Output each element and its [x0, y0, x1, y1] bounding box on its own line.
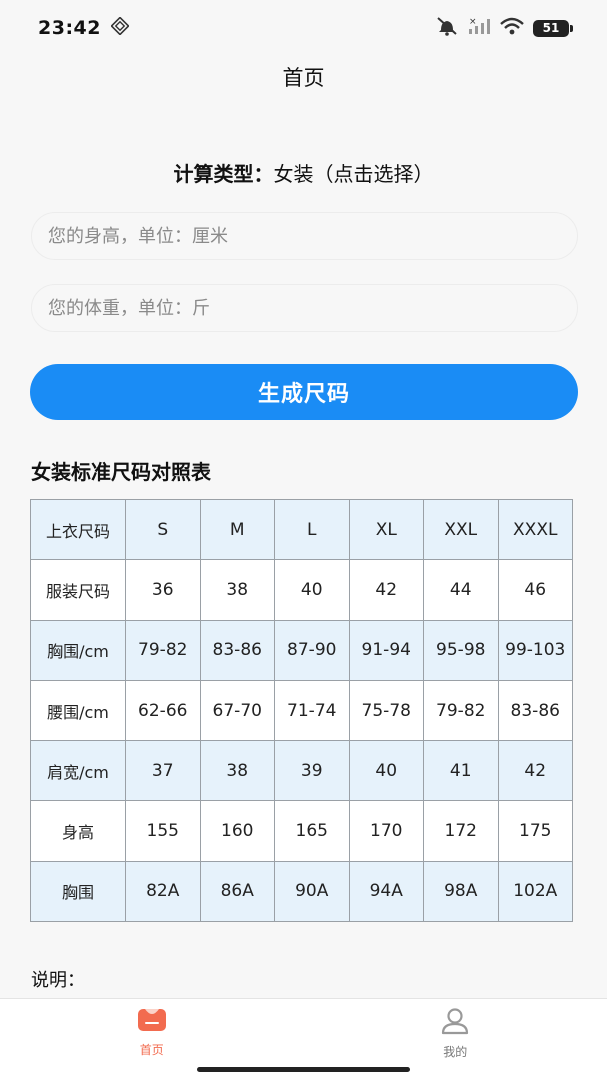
- table-row: 腰围/cm 62-66 67-70 71-74 75-78 79-82 83-86: [30, 679, 573, 742]
- table-cell: 102A: [497, 860, 573, 923]
- table-cell: S: [125, 498, 201, 561]
- table-cell: 38: [199, 559, 275, 621]
- table-cell: 42: [497, 740, 573, 802]
- table-cell: 83-86: [497, 679, 573, 742]
- table-cell: 38: [199, 740, 275, 802]
- table-cell: 71-74: [274, 679, 350, 742]
- table-title: 女装标准尺码对照表: [31, 460, 211, 484]
- calc-type-value[interactable]: 女装（点击选择）: [274, 162, 434, 186]
- person-icon: [439, 1007, 471, 1039]
- calc-type-label: 计算类型：: [173, 162, 274, 186]
- table-cell: 165: [274, 800, 350, 862]
- table-cell: 62-66: [125, 679, 201, 742]
- svg-text:×: ×: [469, 17, 477, 27]
- tab-mine-label: 我的: [443, 1045, 468, 1059]
- row-header-cell: 身高: [30, 800, 126, 862]
- weight-input[interactable]: [31, 284, 578, 332]
- tab-home-label: 首页: [139, 1043, 164, 1057]
- table-row: 身高 155 160 165 170 172 175: [30, 800, 573, 862]
- table-cell: 86A: [199, 860, 275, 923]
- table-cell: 90A: [274, 860, 350, 923]
- row-header-cell: 胸围/cm: [30, 619, 126, 681]
- table-cell: 160: [199, 800, 275, 862]
- size-chart-table: 上衣尺码 S M L XL XXL XXXL 服装尺码 36 38 40 42 44 46 胸围/cm 79-…: [30, 498, 573, 923]
- calc-type-selector[interactable]: 计算类型：女装（点击选择）: [0, 158, 607, 187]
- status-time: 23:42: [38, 17, 101, 39]
- table-cell: 75-78: [348, 679, 424, 742]
- notification-icon: [110, 16, 130, 39]
- table-cell: 172: [423, 800, 499, 862]
- row-header-cell: 上衣尺码: [30, 498, 126, 561]
- height-input[interactable]: [31, 212, 578, 260]
- table-cell: 37: [125, 740, 201, 802]
- table-cell: 39: [274, 740, 350, 802]
- table-cell: 175: [497, 800, 573, 862]
- table-row: 肩宽/cm 37 38 39 40 41 42: [30, 740, 573, 802]
- table-cell: 67-70: [199, 679, 275, 742]
- table-cell: 87-90: [274, 619, 350, 681]
- mute-bell-icon: [435, 16, 459, 40]
- page-title: 首页: [282, 66, 325, 90]
- row-header-cell: 服装尺码: [30, 559, 126, 621]
- table-cell: XXL: [423, 498, 499, 561]
- table-cell: 155: [125, 800, 201, 862]
- table-cell: 41: [423, 740, 499, 802]
- note-label: 说明：: [31, 970, 85, 991]
- table-cell: 91-94: [348, 619, 424, 681]
- table-cell: 94A: [348, 860, 424, 923]
- table-row: 服装尺码 36 38 40 42 44 46: [30, 559, 573, 621]
- battery-icon: 51: [533, 19, 573, 37]
- table-cell: 46: [497, 559, 573, 621]
- table-cell: 44: [423, 559, 499, 621]
- table-cell: 79-82: [423, 679, 499, 742]
- table-cell: 42: [348, 559, 424, 621]
- row-header-cell: 腰围/cm: [30, 679, 126, 742]
- table-cell: 40: [274, 559, 350, 621]
- table-cell: M: [199, 498, 275, 561]
- table-row: 上衣尺码 S M L XL XXL XXXL: [30, 498, 573, 561]
- table-row: 胸围/cm 79-82 83-86 87-90 91-94 95-98 99-103: [30, 619, 573, 681]
- row-header-cell: 肩宽/cm: [30, 740, 126, 802]
- table-cell: 36: [125, 559, 201, 621]
- table-cell: 99-103: [497, 619, 573, 681]
- home-indicator: [197, 1067, 410, 1072]
- table-cell: XXXL: [497, 498, 573, 561]
- home-icon: [136, 1007, 168, 1037]
- table-cell: L: [274, 498, 350, 561]
- signal-icon: ×: [467, 16, 491, 40]
- table-cell: 83-86: [199, 619, 275, 681]
- row-header-cell: 胸围: [30, 860, 126, 923]
- table-cell: 95-98: [423, 619, 499, 681]
- battery-level: 51: [542, 21, 560, 35]
- table-cell: XL: [348, 498, 424, 561]
- wifi-icon: [499, 16, 525, 40]
- table-cell: 40: [348, 740, 424, 802]
- table-cell: 98A: [423, 860, 499, 923]
- table-row: 胸围 82A 86A 90A 94A 98A 102A: [30, 860, 573, 923]
- table-cell: 79-82: [125, 619, 201, 681]
- table-cell: 170: [348, 800, 424, 862]
- generate-size-button[interactable]: 生成尺码: [30, 364, 578, 420]
- status-bar: 23:42 × 51: [0, 0, 607, 56]
- table-cell: 82A: [125, 860, 201, 923]
